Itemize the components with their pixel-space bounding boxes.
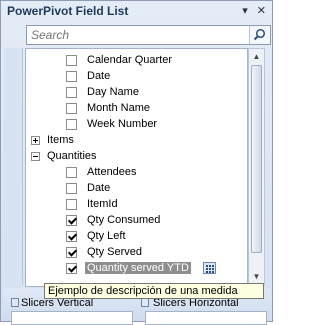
field-checkbox[interactable] bbox=[66, 263, 77, 274]
field-checkbox[interactable] bbox=[66, 87, 77, 98]
table-label: Items bbox=[47, 134, 74, 146]
search-box bbox=[26, 25, 271, 45]
field-checkbox[interactable] bbox=[66, 183, 77, 194]
field-label: Day Name bbox=[87, 86, 139, 98]
field-label: Quantity served YTD bbox=[85, 262, 191, 274]
field-checkbox[interactable] bbox=[66, 247, 77, 258]
measure-tooltip: Ejemplo de descripción de una medida bbox=[44, 283, 264, 299]
panel-title: PowerPivot Field List bbox=[7, 4, 129, 18]
calculator-icon bbox=[203, 262, 216, 274]
field-checkbox[interactable] bbox=[66, 231, 77, 242]
search-input[interactable] bbox=[27, 26, 247, 44]
field-item[interactable]: Calendar Quarter bbox=[26, 53, 247, 69]
field-item[interactable]: Qty Left bbox=[26, 229, 247, 245]
collapse-icon[interactable] bbox=[31, 152, 40, 161]
field-item[interactable]: Date bbox=[26, 69, 247, 85]
field-label: Qty Left bbox=[87, 230, 126, 242]
title-controls: ▾ ✕ bbox=[236, 4, 266, 17]
field-checkbox[interactable] bbox=[66, 119, 77, 130]
measure-item[interactable]: Quantity served YTD bbox=[26, 261, 247, 277]
table-node[interactable]: Quantities bbox=[26, 149, 247, 165]
field-item[interactable]: Qty Served bbox=[26, 245, 247, 261]
vertical-scrollbar[interactable]: ▲ ▼ bbox=[248, 48, 265, 285]
field-label: Attendees bbox=[87, 166, 137, 178]
field-checkbox[interactable] bbox=[66, 55, 77, 66]
field-checkbox[interactable] bbox=[66, 167, 77, 178]
expand-icon[interactable] bbox=[31, 136, 40, 145]
field-label: Calendar Quarter bbox=[87, 54, 172, 66]
field-item[interactable]: Day Name bbox=[26, 85, 247, 101]
field-item[interactable]: Month Name bbox=[26, 101, 247, 117]
search-button[interactable] bbox=[249, 26, 270, 44]
field-checkbox[interactable] bbox=[66, 71, 77, 82]
close-icon[interactable]: ✕ bbox=[257, 5, 266, 17]
table-label: Quantities bbox=[47, 150, 97, 162]
field-item[interactable]: ItemId bbox=[26, 197, 247, 213]
field-checkbox[interactable] bbox=[66, 103, 77, 114]
field-item[interactable]: Date bbox=[26, 181, 247, 197]
scroll-thumb[interactable] bbox=[251, 65, 262, 253]
field-item[interactable]: Attendees bbox=[26, 165, 247, 181]
field-label: Date bbox=[87, 70, 111, 82]
slicer-vertical-icon bbox=[11, 298, 19, 307]
scroll-down-arrow-icon[interactable]: ▼ bbox=[249, 269, 264, 284]
left-strip bbox=[4, 48, 23, 285]
table-node[interactable]: Items bbox=[26, 133, 247, 149]
dropdown-arrow-icon[interactable]: ▾ bbox=[242, 5, 248, 17]
field-item[interactable]: Qty Consumed bbox=[26, 213, 247, 229]
field-label: Qty Consumed bbox=[87, 214, 161, 226]
slicers-horizontal-dropzone[interactable] bbox=[145, 311, 267, 325]
field-label: Week Number bbox=[87, 118, 158, 130]
field-list: Calendar Quarter Date Day Name Month Name We… bbox=[25, 48, 248, 287]
field-checkbox[interactable] bbox=[66, 199, 77, 210]
field-label: Qty Served bbox=[87, 246, 143, 258]
field-item[interactable]: Week Number bbox=[26, 117, 247, 133]
slicer-horizontal-icon bbox=[141, 298, 149, 307]
search-icon bbox=[253, 28, 266, 41]
slicers-vertical-dropzone[interactable] bbox=[11, 311, 133, 325]
field-checkbox[interactable] bbox=[66, 215, 77, 226]
field-label: ItemId bbox=[87, 198, 118, 210]
scroll-up-arrow-icon[interactable]: ▲ bbox=[249, 49, 264, 64]
field-label: Date bbox=[87, 182, 111, 194]
field-label: Month Name bbox=[87, 102, 150, 114]
field-list-panel: PowerPivot Field List ▾ ✕ Calendar Quart… bbox=[0, 0, 273, 325]
